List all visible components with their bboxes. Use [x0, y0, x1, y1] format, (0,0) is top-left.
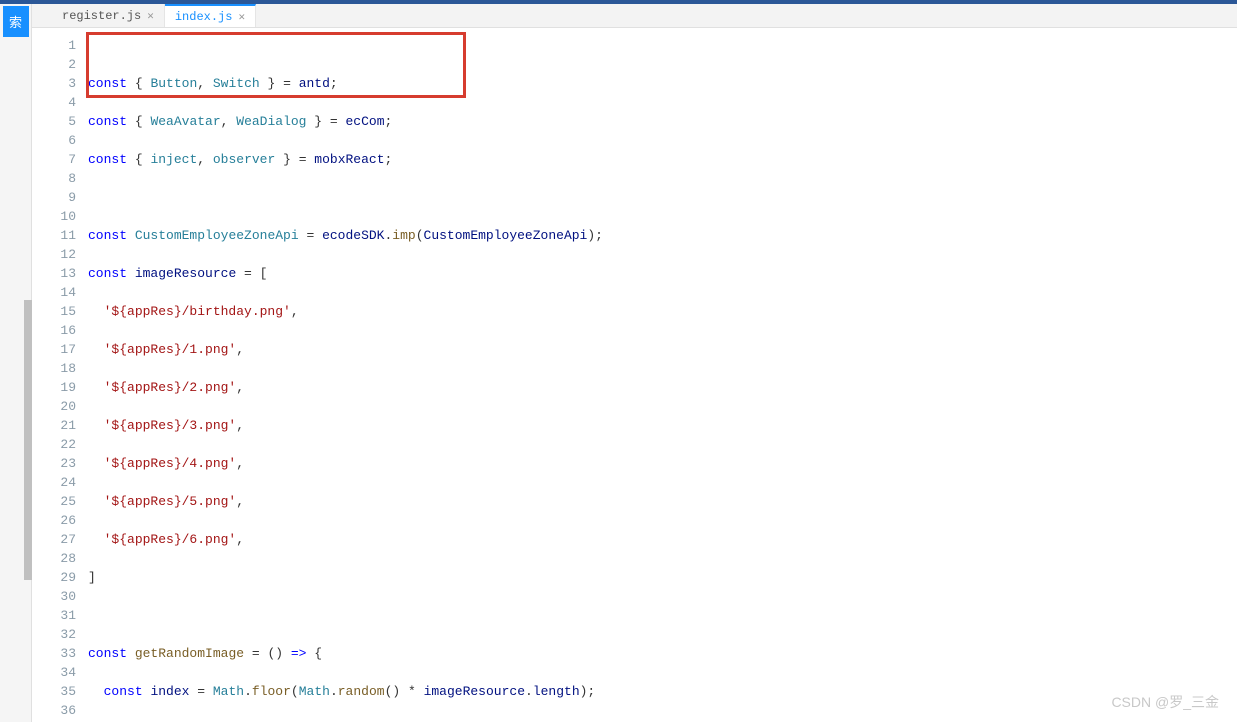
- line-number: 35: [32, 682, 76, 701]
- line-number: 3: [32, 74, 76, 93]
- line-number: 33: [32, 644, 76, 663]
- line-number: 2: [32, 55, 76, 74]
- line-number: 13: [32, 264, 76, 283]
- line-number: 20: [32, 397, 76, 416]
- line-number: 23: [32, 454, 76, 473]
- code-editor[interactable]: 1234567891011121314151617181920212223242…: [32, 28, 1237, 722]
- line-number: 19: [32, 378, 76, 397]
- line-number: 22: [32, 435, 76, 454]
- close-icon[interactable]: ✕: [238, 10, 245, 24]
- line-number: 9: [32, 188, 76, 207]
- line-number: 36: [32, 701, 76, 720]
- line-number: 15: [32, 302, 76, 321]
- line-number: 5: [32, 112, 76, 131]
- line-number: 29: [32, 568, 76, 587]
- close-icon[interactable]: ✕: [147, 9, 154, 23]
- line-number: 12: [32, 245, 76, 264]
- line-number: 11: [32, 226, 76, 245]
- line-number: 7: [32, 150, 76, 169]
- left-sidebar: 索: [0, 4, 32, 722]
- line-number: 10: [32, 207, 76, 226]
- tab-label: index.js: [175, 10, 233, 24]
- sidebar-scrollbar-thumb[interactable]: [24, 300, 32, 580]
- line-number: 31: [32, 606, 76, 625]
- line-number: 17: [32, 340, 76, 359]
- line-number: 6: [32, 131, 76, 150]
- line-number: 27: [32, 530, 76, 549]
- line-number: 21: [32, 416, 76, 435]
- line-number: 30: [32, 587, 76, 606]
- line-number: 25: [32, 492, 76, 511]
- editor-tabs: register.js ✕ index.js ✕: [32, 4, 1237, 28]
- tab-label: register.js: [62, 9, 141, 23]
- line-number-gutter: 1234567891011121314151617181920212223242…: [32, 28, 88, 722]
- line-number: 4: [32, 93, 76, 112]
- line-number: 18: [32, 359, 76, 378]
- line-number: 16: [32, 321, 76, 340]
- tab-register-js[interactable]: register.js ✕: [52, 4, 165, 27]
- line-number: 28: [32, 549, 76, 568]
- search-button[interactable]: 索: [3, 6, 29, 37]
- code-content[interactable]: const { Button, Switch } = antd; const {…: [88, 28, 1237, 722]
- line-number: 1: [32, 36, 76, 55]
- watermark-text: CSDN @罗_三金: [1111, 692, 1219, 712]
- line-number: 24: [32, 473, 76, 492]
- line-number: 32: [32, 625, 76, 644]
- line-number: 34: [32, 663, 76, 682]
- tab-index-js[interactable]: index.js ✕: [165, 4, 256, 27]
- line-number: 26: [32, 511, 76, 530]
- line-number: 14: [32, 283, 76, 302]
- line-number: 8: [32, 169, 76, 188]
